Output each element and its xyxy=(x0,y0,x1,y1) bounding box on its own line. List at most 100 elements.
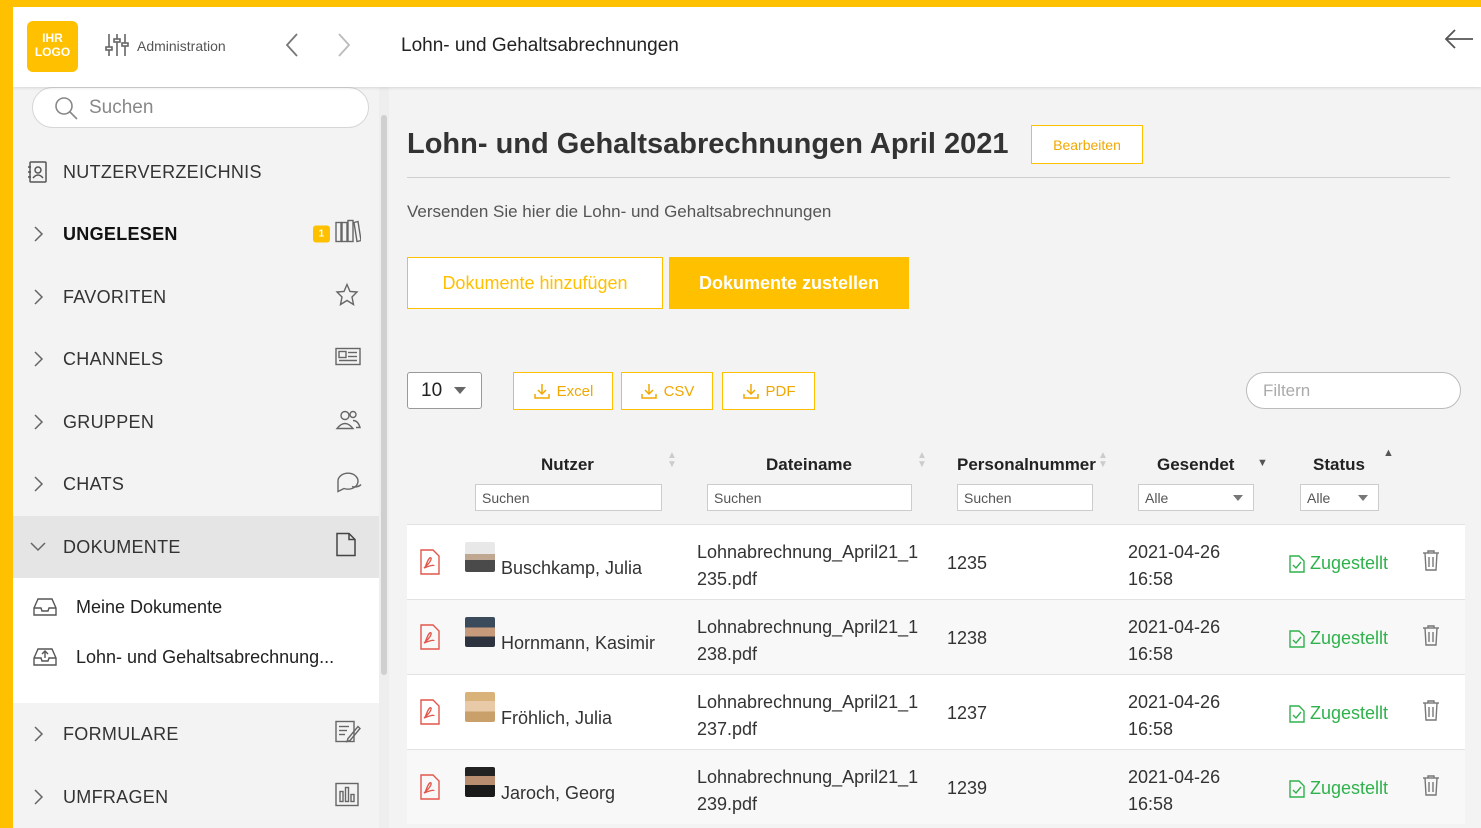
table-row[interactable]: Hornmann, Kasimir Lohnabrechnung_April21… xyxy=(407,599,1465,674)
file-name[interactable]: Lohnabrechnung_April21_1 238.pdf xyxy=(697,614,927,668)
sent-datetime: 2021-04-26 16:58 xyxy=(1128,542,1221,589)
document-check-icon xyxy=(1289,629,1305,648)
status-delivered: Zugestellt xyxy=(1289,553,1388,574)
delete-icon[interactable] xyxy=(1422,774,1440,801)
sidebar: Suchen NUTZERVERZEICHNIS UNGELESEN 1 FAV… xyxy=(13,87,381,828)
sidebar-subitem-label: Lohn- und Gehaltsabrechnung... xyxy=(76,646,335,667)
edit-button[interactable]: Bearbeiten xyxy=(1031,125,1143,164)
sidebar-item-channels[interactable]: CHANNELS xyxy=(13,328,381,390)
sort-icon[interactable]: ▲ ▼ xyxy=(917,451,927,470)
file-name[interactable]: Lohnabrechnung_April21_1 239.pdf xyxy=(697,764,927,818)
arrow-left-icon xyxy=(1444,29,1473,49)
title-divider xyxy=(407,177,1450,178)
newspaper-icon xyxy=(335,347,361,372)
user-name: Buschkamp, Julia xyxy=(501,558,643,578)
page-size-value: 10 xyxy=(421,379,443,401)
download-icon xyxy=(640,384,657,399)
sidebar-subitem-label: Meine Dokumente xyxy=(76,596,223,617)
administration-link[interactable]: Administration xyxy=(105,33,226,59)
personalnummer-search-input[interactable]: Suchen xyxy=(957,484,1093,511)
chevron-left-icon xyxy=(285,33,298,57)
sidebar-item-chats[interactable]: CHATS xyxy=(13,453,381,515)
user-name: Jaroch, Georg xyxy=(501,783,616,803)
status-delivered: Zugestellt xyxy=(1289,628,1388,649)
sort-desc-icon[interactable]: ▼ xyxy=(1257,458,1268,469)
users-icon xyxy=(335,409,361,436)
sidebar-item-formulare[interactable]: FORMULARE xyxy=(13,703,381,765)
chevron-right-icon xyxy=(338,33,351,57)
document-check-icon xyxy=(1289,704,1305,723)
dateiname-search-input[interactable]: Suchen xyxy=(707,484,912,511)
pdf-file-icon[interactable] xyxy=(419,699,441,730)
unread-badge: 1 xyxy=(313,225,330,243)
sidebar-item-umfragen[interactable]: UMFRAGEN xyxy=(13,766,381,828)
back-button[interactable] xyxy=(283,31,303,64)
sidebar-item-label: FAVORITEN xyxy=(63,286,167,307)
sort-asc-icon[interactable]: ▲ xyxy=(1383,448,1394,459)
avatar xyxy=(465,542,495,572)
sidebar-item-dokumente[interactable]: DOKUMENTE xyxy=(13,516,381,578)
personnel-number: 1238 xyxy=(947,628,988,648)
pdf-file-icon[interactable] xyxy=(419,774,441,805)
document-check-icon xyxy=(1289,554,1305,573)
column-header-status[interactable]: Status xyxy=(1313,455,1365,475)
export-pdf-label: PDF xyxy=(765,382,796,400)
file-name[interactable]: Lohnabrechnung_April21_1 237.pdf xyxy=(697,689,927,743)
chevron-right-icon xyxy=(13,349,63,369)
column-header-dateiname[interactable]: Dateiname xyxy=(766,455,852,475)
gesendet-filter-select[interactable]: Alle xyxy=(1138,484,1254,511)
column-header-personalnummer[interactable]: Personalnummer xyxy=(957,455,1096,475)
sliders-icon xyxy=(105,32,129,61)
status-filter-select[interactable]: Alle xyxy=(1300,484,1379,511)
sidebar-item-nutzerverzeichnis[interactable]: NUTZERVERZEICHNIS xyxy=(13,141,381,203)
export-csv-button[interactable]: CSV xyxy=(621,372,713,410)
inbox-upload-icon xyxy=(13,647,76,667)
sidebar-subitem-meine-dokumente[interactable]: Meine Dokumente xyxy=(13,587,381,627)
delete-icon[interactable] xyxy=(1422,699,1440,726)
sort-icon[interactable]: ▲ ▼ xyxy=(1098,451,1108,470)
sidebar-item-label: CHANNELS xyxy=(63,348,164,369)
gesendet-filter-value: Alle xyxy=(1145,489,1169,506)
export-pdf-button[interactable]: PDF xyxy=(722,372,815,410)
star-icon xyxy=(335,282,359,312)
page-size-select[interactable]: 10 xyxy=(407,372,482,409)
company-logo[interactable]: IHR LOGO xyxy=(27,21,78,72)
personnel-number: 1235 xyxy=(947,553,988,573)
avatar xyxy=(465,692,495,722)
pdf-file-icon[interactable] xyxy=(419,624,441,655)
caret-down-icon xyxy=(1233,494,1243,501)
pdf-file-icon[interactable] xyxy=(419,549,441,580)
sort-icon[interactable]: ▲ ▼ xyxy=(667,451,677,470)
column-header-nutzer[interactable]: Nutzer xyxy=(541,455,594,475)
sidebar-item-label: DOKUMENTE xyxy=(63,536,181,557)
sidebar-scrollbar[interactable] xyxy=(381,115,387,675)
sidebar-search-input[interactable]: Suchen xyxy=(32,87,369,128)
chevron-right-icon xyxy=(13,474,63,494)
poll-icon xyxy=(335,782,359,812)
app-frame: IHR LOGO Administration Lohn- und Gehalt… xyxy=(13,7,1481,828)
sidebar-item-favoriten[interactable]: FAVORITEN xyxy=(13,266,381,328)
collapse-button[interactable] xyxy=(1443,25,1475,58)
table-row[interactable]: Jaroch, Georg Lohnabrechnung_April21_1 23… xyxy=(407,749,1465,824)
delete-icon[interactable] xyxy=(1422,549,1440,576)
table-row[interactable]: Buschkamp, Julia Lohnabrechnung_April21_… xyxy=(407,524,1465,599)
sidebar-item-gruppen[interactable]: GRUPPEN xyxy=(13,391,381,453)
export-excel-button[interactable]: Excel xyxy=(513,372,613,410)
sidebar-item-label: UNGELESEN xyxy=(63,223,178,244)
delete-icon[interactable] xyxy=(1422,624,1440,651)
sidebar-subitem-lohn-gehalt[interactable]: Lohn- und Gehaltsabrechnung... xyxy=(13,637,381,677)
column-header-gesendet[interactable]: Gesendet xyxy=(1157,455,1234,475)
forward-button[interactable] xyxy=(333,31,353,64)
add-documents-button[interactable]: Dokumente hinzufügen xyxy=(407,257,663,309)
avatar xyxy=(465,767,495,797)
table-row[interactable]: Fröhlich, Julia Lohnabrechnung_April21_1… xyxy=(407,674,1465,749)
search-icon xyxy=(55,96,78,120)
address-book-icon xyxy=(13,160,63,184)
caret-down-icon xyxy=(454,386,467,394)
nutzer-search-input[interactable]: Suchen xyxy=(475,484,662,511)
sidebar-item-label: FORMULARE xyxy=(63,723,179,744)
file-name[interactable]: Lohnabrechnung_April21_1 235.pdf xyxy=(697,539,927,593)
send-documents-button[interactable]: Dokumente zustellen xyxy=(669,257,909,309)
table-filter-input[interactable]: Filtern xyxy=(1246,372,1461,409)
sidebar-item-ungelesen[interactable]: UNGELESEN 1 xyxy=(13,203,381,265)
